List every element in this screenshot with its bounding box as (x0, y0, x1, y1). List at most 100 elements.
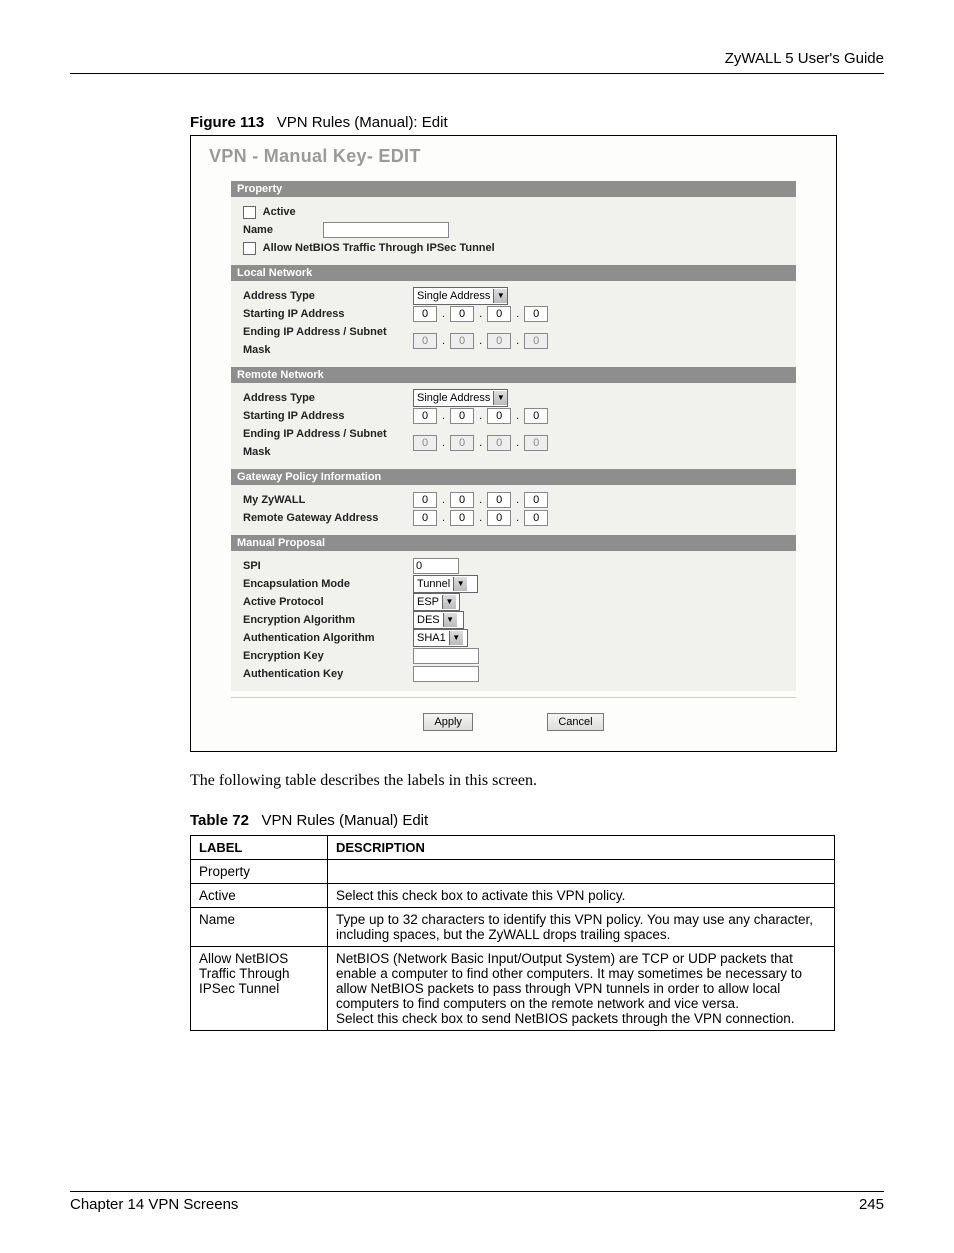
auth-key-label: Authentication Key (243, 665, 413, 683)
remote-start-ip-label: Starting IP Address (243, 407, 413, 425)
th-desc: DESCRIPTION (328, 836, 835, 860)
local-addr-type-select[interactable]: Single Address ▼ (413, 287, 508, 305)
screenshot-container: VPN - Manual Key- EDIT Property Active N… (190, 135, 837, 752)
ip-octet[interactable] (524, 510, 548, 526)
chevron-down-icon: ▼ (442, 595, 456, 609)
cell-label: Allow NetBIOS Traffic Through IPSec Tunn… (191, 947, 328, 1031)
active-checkbox[interactable] (243, 206, 256, 219)
ip-octet[interactable] (487, 306, 511, 322)
auth-key-input[interactable] (413, 666, 479, 682)
name-input[interactable] (323, 222, 449, 238)
chevron-down-icon: ▼ (493, 391, 507, 405)
chevron-down-icon: ▼ (493, 289, 507, 303)
header-rule (70, 73, 884, 74)
ip-octet[interactable] (450, 408, 474, 424)
encap-select[interactable]: Tunnel ▼ (413, 575, 478, 593)
table-title: VPN Rules (Manual) Edit (261, 812, 428, 829)
proto-label: Active Protocol (243, 593, 413, 611)
ip-octet[interactable] (413, 408, 437, 424)
ip-octet[interactable] (524, 306, 548, 322)
local-start-ip-label: Starting IP Address (243, 305, 413, 323)
description-table: LABEL DESCRIPTION Property Active Select… (190, 835, 835, 1031)
proto-value: ESP (417, 593, 439, 611)
figure-label: Figure 113 (190, 114, 264, 131)
enc-alg-value: DES (417, 611, 440, 629)
intro-paragraph: The following table describes the labels… (190, 772, 884, 790)
enc-alg-select[interactable]: DES ▼ (413, 611, 464, 629)
ip-octet (524, 333, 548, 349)
local-addr-type-value: Single Address (417, 287, 490, 305)
remote-addr-type-select[interactable]: Single Address ▼ (413, 389, 508, 407)
cell-label: Active (191, 884, 328, 908)
divider (231, 697, 796, 698)
active-label: Active (263, 206, 296, 218)
local-addr-type-label: Address Type (243, 287, 413, 305)
section-local-header: Local Network (231, 265, 796, 281)
ip-octet[interactable] (413, 306, 437, 322)
enc-key-input[interactable] (413, 648, 479, 664)
netbios-label: Allow NetBIOS Traffic Through IPSec Tunn… (263, 242, 495, 254)
remote-end-ip-label: Ending IP Address / Subnet Mask (243, 425, 413, 461)
ip-octet[interactable] (450, 306, 474, 322)
ip-octet (413, 333, 437, 349)
table-row: Active Select this check box to activate… (191, 884, 835, 908)
ip-octet[interactable] (487, 408, 511, 424)
enc-key-label: Encryption Key (243, 647, 413, 665)
figure-title: VPN Rules (Manual): Edit (277, 114, 448, 131)
spi-input[interactable] (413, 558, 459, 574)
table-caption: Table 72 VPN Rules (Manual) Edit (190, 812, 884, 829)
remote-gateway-label: Remote Gateway Address (243, 509, 413, 527)
th-label: LABEL (191, 836, 328, 860)
footer-page: 245 (859, 1196, 884, 1213)
local-end-ip: . . . (413, 332, 784, 350)
encap-value: Tunnel (417, 575, 450, 593)
cell-desc: Type up to 32 characters to identify thi… (328, 908, 835, 947)
table-row: Property (191, 860, 835, 884)
cell-desc: NetBIOS (Network Basic Input/Output Syst… (328, 947, 835, 1031)
table-row: Allow NetBIOS Traffic Through IPSec Tunn… (191, 947, 835, 1031)
section-manual-header: Manual Proposal (231, 535, 796, 551)
auth-alg-label: Authentication Algorithm (243, 629, 413, 647)
cell-desc (328, 860, 835, 884)
ip-octet (524, 435, 548, 451)
enc-alg-label: Encryption Algorithm (243, 611, 413, 629)
ip-octet[interactable] (487, 492, 511, 508)
my-zywall-label: My ZyWALL (243, 491, 413, 509)
spi-label: SPI (243, 557, 413, 575)
ip-octet[interactable] (413, 510, 437, 526)
section-remote-header: Remote Network (231, 367, 796, 383)
local-end-ip-label: Ending IP Address / Subnet Mask (243, 323, 413, 359)
cell-desc: Select this check box to activate this V… (328, 884, 835, 908)
ip-octet[interactable] (450, 510, 474, 526)
name-label: Name (243, 221, 323, 239)
header-guide: ZyWALL 5 User's Guide (70, 50, 884, 73)
remote-addr-type-label: Address Type (243, 389, 413, 407)
ip-octet (450, 333, 474, 349)
cell-label: Name (191, 908, 328, 947)
ip-octet (450, 435, 474, 451)
section-property-header: Property (231, 181, 796, 197)
cancel-button[interactable]: Cancel (547, 713, 603, 731)
netbios-checkbox[interactable] (243, 242, 256, 255)
ip-octet[interactable] (450, 492, 474, 508)
encap-label: Encapsulation Mode (243, 575, 413, 593)
local-start-ip: . . . (413, 305, 784, 323)
table-row: Name Type up to 32 characters to identif… (191, 908, 835, 947)
auth-alg-select[interactable]: SHA1 ▼ (413, 629, 468, 647)
remote-addr-type-value: Single Address (417, 389, 490, 407)
chevron-down-icon: ▼ (443, 613, 457, 627)
ip-octet[interactable] (487, 510, 511, 526)
figure-caption: Figure 113 VPN Rules (Manual): Edit (190, 114, 884, 131)
proto-select[interactable]: ESP ▼ (413, 593, 460, 611)
cell-label: Property (191, 860, 328, 884)
section-gateway-header: Gateway Policy Information (231, 469, 796, 485)
screen-title: VPN - Manual Key- EDIT (191, 136, 836, 181)
apply-button[interactable]: Apply (423, 713, 473, 731)
ip-octet[interactable] (413, 492, 437, 508)
table-label: Table 72 (190, 812, 249, 829)
footer-chapter: Chapter 14 VPN Screens (70, 1196, 238, 1213)
ip-octet[interactable] (524, 492, 548, 508)
auth-alg-value: SHA1 (417, 629, 446, 647)
ip-octet[interactable] (524, 408, 548, 424)
chevron-down-icon: ▼ (453, 577, 467, 591)
